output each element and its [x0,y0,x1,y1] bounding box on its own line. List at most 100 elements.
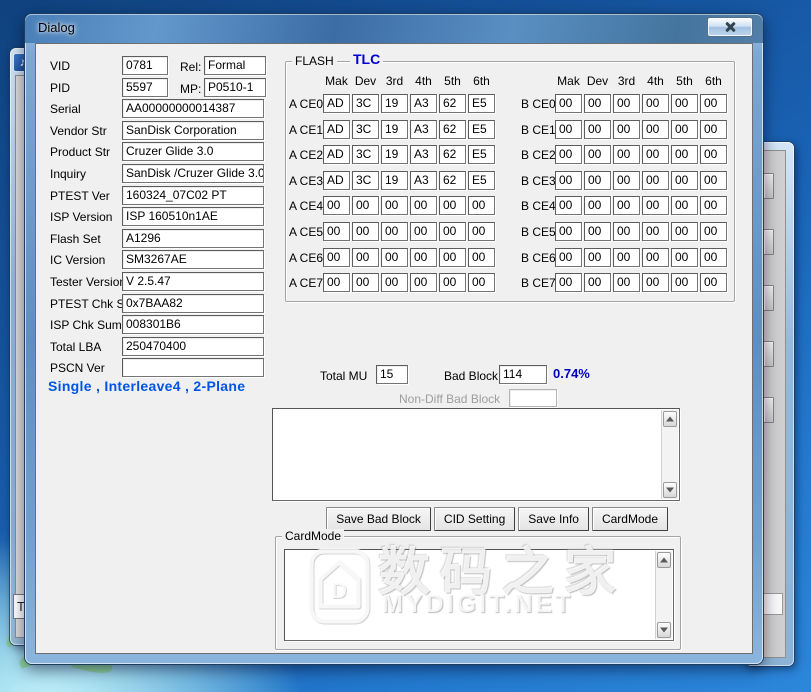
flash-cell-a-ce3-6th[interactable]: E5 [468,171,495,190]
close-button[interactable] [707,17,753,37]
flash-cell-b-ce6-3rd[interactable]: 00 [613,248,640,267]
flash-cell-a-ce7-3rd[interactable]: 00 [381,273,408,292]
flash-cell-a-ce5-6th[interactable]: 00 [468,222,495,241]
flash-cell-a-ce2-3rd[interactable]: 19 [381,145,408,164]
flash-cell-a-ce0-3rd[interactable]: 19 [381,94,408,113]
flash-cell-a-ce7-mak[interactable]: 00 [323,273,350,292]
flash-cell-a-ce5-mak[interactable]: 00 [323,222,350,241]
flash-cell-b-ce0-5th[interactable]: 00 [671,94,698,113]
flash-cell-b-ce3-6th[interactable]: 00 [700,171,727,190]
flash-cell-b-ce0-mak[interactable]: 00 [555,94,582,113]
flash-cell-b-ce2-5th[interactable]: 00 [671,145,698,164]
flash-cell-b-ce6-dev[interactable]: 00 [584,248,611,267]
flash-cell-b-ce0-4th[interactable]: 00 [642,94,669,113]
cid-setting-button[interactable]: CID Setting [434,507,515,531]
flash-cell-b-ce5-3rd[interactable]: 00 [613,222,640,241]
log-listbox[interactable] [272,408,680,501]
flash-cell-b-ce7-3rd[interactable]: 00 [613,273,640,292]
ptest-chk-sum-field[interactable]: 0x7BAA82 [122,294,264,313]
flash-cell-a-ce4-dev[interactable]: 00 [352,196,379,215]
flash-cell-a-ce7-6th[interactable]: 00 [468,273,495,292]
flash-cell-a-ce7-5th[interactable]: 00 [439,273,466,292]
flash-cell-b-ce7-5th[interactable]: 00 [671,273,698,292]
flash-cell-b-ce1-3rd[interactable]: 00 [613,120,640,139]
flash-cell-b-ce4-6th[interactable]: 00 [700,196,727,215]
flash-cell-a-ce2-6th[interactable]: E5 [468,145,495,164]
flash-cell-a-ce4-6th[interactable]: 00 [468,196,495,215]
flash-cell-a-ce1-5th[interactable]: 62 [439,120,466,139]
total-mu-field[interactable]: 15 [376,365,408,384]
vid-field[interactable]: 0781 [122,56,168,75]
flash-cell-b-ce4-mak[interactable]: 00 [555,196,582,215]
ptest-ver-field[interactable]: 160324_07C02 PT [122,186,264,205]
flash-cell-b-ce4-4th[interactable]: 00 [642,196,669,215]
flash-cell-a-ce1-3rd[interactable]: 19 [381,120,408,139]
scroll-up-button[interactable] [657,552,671,568]
product-str-field[interactable]: Cruzer Glide 3.0 [122,142,264,161]
flash-cell-a-ce1-dev[interactable]: 3C [352,120,379,139]
flash-cell-b-ce3-5th[interactable]: 00 [671,171,698,190]
flash-cell-b-ce1-mak[interactable]: 00 [555,120,582,139]
inquiry-field[interactable]: SanDisk /Cruzer Glide 3.0 [122,164,264,183]
flash-cell-a-ce1-4th[interactable]: A3 [410,120,437,139]
flash-cell-a-ce5-3rd[interactable]: 00 [381,222,408,241]
scroll-up-button[interactable] [663,411,677,427]
flash-cell-a-ce1-mak[interactable]: AD [323,120,350,139]
serial-field[interactable]: AA00000000014387 [122,99,264,118]
flash-cell-a-ce3-mak[interactable]: AD [323,171,350,190]
flash-cell-a-ce2-dev[interactable]: 3C [352,145,379,164]
flash-cell-b-ce3-mak[interactable]: 00 [555,171,582,190]
flash-cell-b-ce5-5th[interactable]: 00 [671,222,698,241]
flash-cell-b-ce2-mak[interactable]: 00 [555,145,582,164]
flash-cell-b-ce5-dev[interactable]: 00 [584,222,611,241]
flash-cell-a-ce4-3rd[interactable]: 00 [381,196,408,215]
flash-cell-b-ce2-6th[interactable]: 00 [700,145,727,164]
flash-cell-b-ce4-5th[interactable]: 00 [671,196,698,215]
dialog-titlebar[interactable]: Dialog [25,14,763,43]
flash-cell-b-ce0-3rd[interactable]: 00 [613,94,640,113]
flash-cell-b-ce4-3rd[interactable]: 00 [613,196,640,215]
cardmode-listbox[interactable] [284,549,674,641]
flash-cell-a-ce6-6th[interactable]: 00 [468,248,495,267]
flash-cell-a-ce6-5th[interactable]: 00 [439,248,466,267]
card-mode-button[interactable]: CardMode [592,507,668,531]
flash-cell-b-ce2-4th[interactable]: 00 [642,145,669,164]
flash-cell-b-ce3-dev[interactable]: 00 [584,171,611,190]
tester-version-field[interactable]: V 2.5.47 [122,272,264,291]
flash-cell-a-ce6-dev[interactable]: 00 [352,248,379,267]
flash-cell-a-ce3-dev[interactable]: 3C [352,171,379,190]
ic-version-field[interactable]: SM3267AE [122,250,264,269]
flash-cell-a-ce4-mak[interactable]: 00 [323,196,350,215]
save-bad-block-button[interactable]: Save Bad Block [326,507,431,531]
flash-cell-b-ce6-5th[interactable]: 00 [671,248,698,267]
flash-cell-a-ce3-3rd[interactable]: 19 [381,171,408,190]
flash-cell-b-ce1-4th[interactable]: 00 [642,120,669,139]
vendor-str-field[interactable]: SanDisk Corporation [122,121,264,140]
flash-cell-b-ce4-dev[interactable]: 00 [584,196,611,215]
flash-cell-a-ce0-4th[interactable]: A3 [410,94,437,113]
flash-cell-a-ce4-4th[interactable]: 00 [410,196,437,215]
flash-cell-a-ce2-mak[interactable]: AD [323,145,350,164]
flash-cell-b-ce7-dev[interactable]: 00 [584,273,611,292]
flash-cell-a-ce7-dev[interactable]: 00 [352,273,379,292]
vertical-scrollbar[interactable] [661,410,678,499]
flash-cell-a-ce4-5th[interactable]: 00 [439,196,466,215]
flash-cell-b-ce6-6th[interactable]: 00 [700,248,727,267]
flash-cell-b-ce1-5th[interactable]: 00 [671,120,698,139]
flash-cell-a-ce0-dev[interactable]: 3C [352,94,379,113]
pscn-ver-field[interactable] [122,358,264,377]
flash-cell-a-ce6-3rd[interactable]: 00 [381,248,408,267]
flash-cell-a-ce1-6th[interactable]: E5 [468,120,495,139]
flash-cell-a-ce3-5th[interactable]: 62 [439,171,466,190]
flash-cell-a-ce5-dev[interactable]: 00 [352,222,379,241]
flash-cell-a-ce7-4th[interactable]: 00 [410,273,437,292]
scroll-down-button[interactable] [663,482,677,498]
pid-field[interactable]: 5597 [122,78,168,97]
flash-cell-a-ce0-6th[interactable]: E5 [468,94,495,113]
flash-cell-b-ce0-dev[interactable]: 00 [584,94,611,113]
flash-cell-a-ce2-5th[interactable]: 62 [439,145,466,164]
save-info-button[interactable]: Save Info [518,507,589,531]
flash-cell-a-ce6-4th[interactable]: 00 [410,248,437,267]
flash-cell-b-ce2-dev[interactable]: 00 [584,145,611,164]
flash-cell-b-ce6-mak[interactable]: 00 [555,248,582,267]
